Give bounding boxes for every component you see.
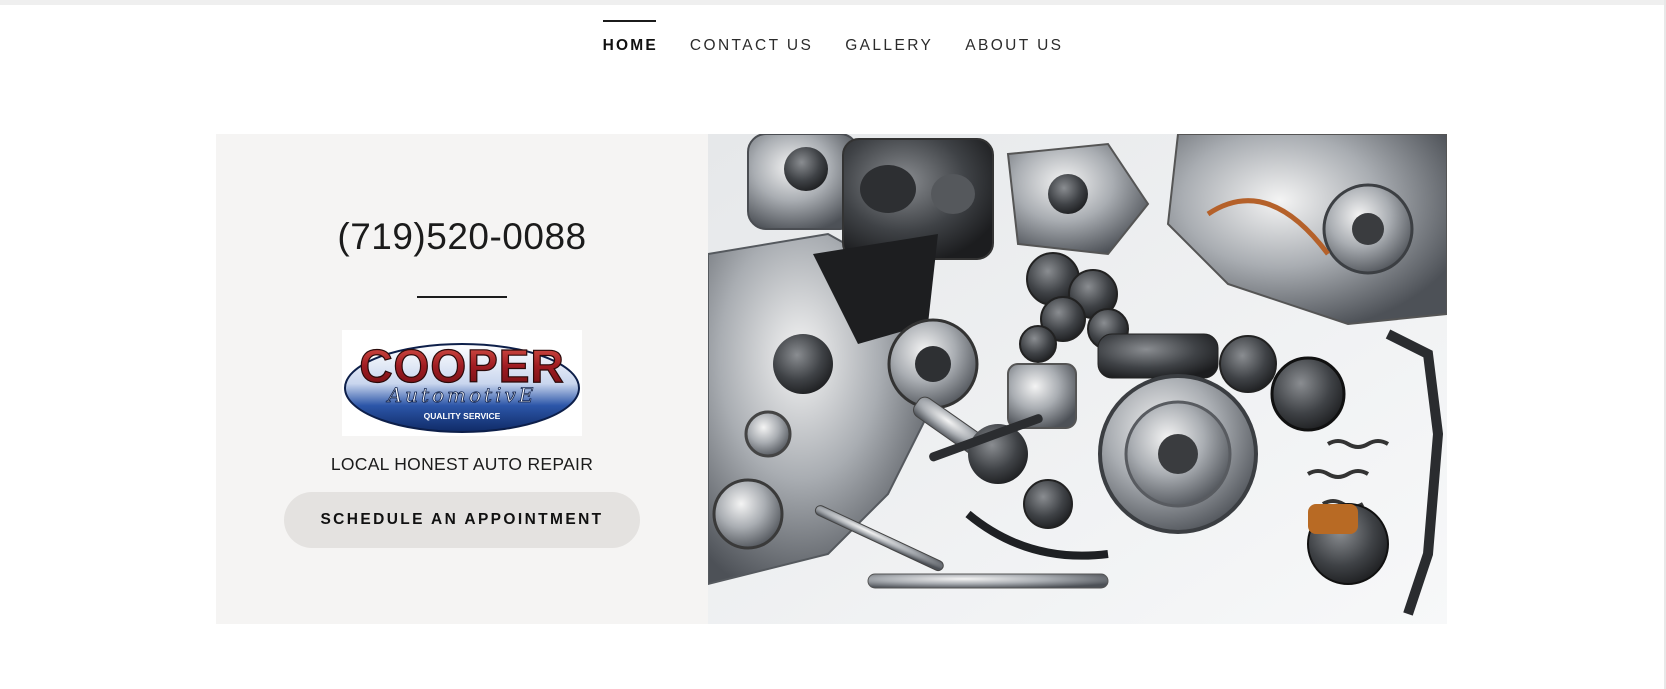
nav-contact-us[interactable]: CONTACT US bbox=[690, 20, 813, 55]
divider bbox=[417, 296, 507, 298]
svg-text:AutomotivE: AutomotivE bbox=[386, 383, 537, 407]
svg-text:QUALITY SERVICE: QUALITY SERVICE bbox=[424, 411, 501, 421]
cooper-automotive-logo: COOPER AutomotivE QUALITY SERVICE bbox=[342, 330, 582, 436]
engine-parts-photo bbox=[708, 134, 1447, 624]
schedule-appointment-button[interactable]: SCHEDULE AN APPOINTMENT bbox=[284, 492, 640, 548]
hero-info-panel: (719)520-0088 COOPER AutomotivE QUALITY … bbox=[216, 134, 708, 624]
phone-number[interactable]: (719)520-0088 bbox=[216, 216, 708, 258]
tagline: LOCAL HONEST AUTO REPAIR bbox=[330, 454, 594, 474]
top-strip bbox=[0, 0, 1666, 5]
nav-gallery[interactable]: GALLERY bbox=[845, 20, 933, 55]
nav-home[interactable]: HOME bbox=[602, 20, 658, 55]
nav-about-us[interactable]: ABOUT US bbox=[965, 20, 1063, 55]
main-navigation: HOME CONTACT US GALLERY ABOUT US bbox=[0, 20, 1666, 60]
